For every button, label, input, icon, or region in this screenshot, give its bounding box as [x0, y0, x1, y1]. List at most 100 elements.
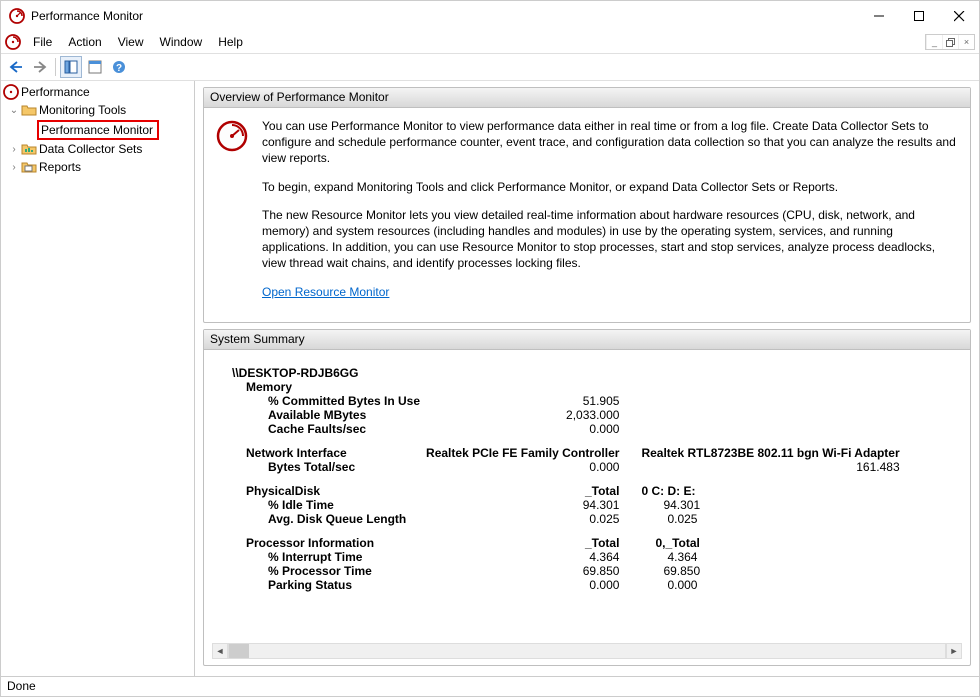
- overview-text-1: You can use Performance Monitor to view …: [262, 118, 958, 167]
- navigation-tree[interactable]: Performance ⌄ Monitoring Tools Performan…: [1, 81, 195, 676]
- metric-value: 0.000: [426, 422, 625, 436]
- metric-label: Cache Faults/sec: [232, 422, 426, 436]
- tree-label: Performance Monitor: [41, 123, 157, 137]
- tree-node-performance[interactable]: Performance: [3, 83, 192, 101]
- toolbar-separator: [55, 58, 56, 76]
- overview-text-2: To begin, expand Monitoring Tools and cl…: [262, 179, 958, 195]
- system-summary-header: System Summary: [204, 330, 970, 350]
- metric-value: 0.025: [625, 512, 905, 526]
- forward-button[interactable]: [29, 56, 51, 78]
- expand-icon[interactable]: ›: [7, 144, 21, 155]
- status-bar: Done: [1, 676, 979, 696]
- summary-table: \\DESKTOP-RDJB6GG Memory % Committed Byt…: [232, 366, 970, 592]
- menu-view[interactable]: View: [110, 33, 152, 51]
- scroll-left-button[interactable]: ◄: [212, 643, 228, 659]
- menubar: File Action View Window Help _ ×: [1, 31, 979, 53]
- svg-text:?: ?: [116, 63, 122, 74]
- overview-text-3: The new Resource Monitor lets you view d…: [262, 207, 958, 272]
- metric-label: % Idle Time: [232, 498, 426, 512]
- metric-value: 0.000: [426, 460, 625, 474]
- tree-node-monitoring-tools[interactable]: ⌄ Monitoring Tools: [3, 101, 192, 119]
- net-label: Network Interface: [232, 446, 426, 460]
- metric-value: 94.301: [426, 498, 625, 512]
- metric-value: 4.364: [426, 550, 625, 564]
- metric-value: 0.000: [906, 550, 970, 564]
- folder-icon: [21, 102, 37, 118]
- metric-value: 4.364: [625, 550, 905, 564]
- metric-label: Bytes Total/sec: [232, 460, 426, 474]
- horizontal-scrollbar[interactable]: ◄ ►: [212, 643, 962, 659]
- metric-value: 69.850: [625, 564, 905, 578]
- tree-label: Performance: [21, 85, 90, 99]
- tree-label: Reports: [39, 160, 81, 174]
- metric-label: % Processor Time: [232, 564, 426, 578]
- mdi-minimize-button[interactable]: _: [926, 35, 942, 49]
- mdi-controls: _ ×: [925, 34, 975, 50]
- net-col1: Realtek PCIe FE Family Controller: [426, 446, 625, 460]
- app-icon: [9, 8, 25, 24]
- metric-label: Parking Status: [232, 578, 426, 592]
- content-area: Performance ⌄ Monitoring Tools Performan…: [1, 81, 979, 676]
- menu-window[interactable]: Window: [152, 33, 211, 51]
- show-hide-tree-button[interactable]: [60, 56, 82, 78]
- scroll-right-button[interactable]: ►: [946, 643, 962, 659]
- back-button[interactable]: [5, 56, 27, 78]
- net-col2: Realtek RTL8723BE 802.11 bgn Wi-Fi Adapt…: [625, 446, 905, 460]
- metric-value: 68.263: [906, 564, 970, 578]
- tree-label: Data Collector Sets: [39, 142, 142, 156]
- folder-icon: [21, 141, 37, 157]
- disk-col1: _Total: [426, 484, 625, 498]
- overview-icon: [216, 120, 248, 152]
- metric-value: 0.025: [426, 512, 625, 526]
- main-panel: Overview of Performance Monitor You can …: [195, 81, 979, 676]
- overview-header: Overview of Performance Monitor: [204, 88, 970, 108]
- metric-value: 0.000: [906, 578, 970, 592]
- titlebar: Performance Monitor: [1, 1, 979, 31]
- mdi-restore-button[interactable]: [942, 35, 958, 49]
- tree-label: Monitoring Tools: [39, 103, 126, 117]
- metric-label: % Committed Bytes In Use: [232, 394, 426, 408]
- system-summary-body: \\DESKTOP-RDJB6GG Memory % Committed Byt…: [204, 350, 970, 639]
- window-title: Performance Monitor: [31, 9, 859, 23]
- disk-label: PhysicalDisk: [232, 484, 426, 498]
- mdi-close-button[interactable]: ×: [958, 35, 974, 49]
- metric-label: Available MBytes: [232, 408, 426, 422]
- scroll-thumb[interactable]: [229, 644, 249, 658]
- menu-help[interactable]: Help: [210, 33, 251, 51]
- toolbar: ?: [1, 53, 979, 81]
- metric-value: 0.000: [625, 578, 905, 592]
- memory-label: Memory: [232, 380, 970, 394]
- help-button[interactable]: ?: [108, 56, 130, 78]
- menu-action[interactable]: Action: [60, 33, 109, 51]
- properties-button[interactable]: [84, 56, 106, 78]
- tree-node-performance-monitor[interactable]: Performance Monitor: [37, 120, 159, 140]
- proc-col1: _Total: [426, 536, 625, 550]
- metric-value: 51.905: [426, 394, 625, 408]
- host-name: \\DESKTOP-RDJB6GG: [232, 366, 970, 380]
- metric-value: 69.850: [426, 564, 625, 578]
- perfmon-root-icon: [3, 84, 19, 100]
- metric-value: 2,033.000: [426, 408, 625, 422]
- reports-icon: [21, 159, 37, 175]
- expand-icon[interactable]: ›: [7, 162, 21, 173]
- metric-value: 94.301: [625, 498, 905, 512]
- metric-value: 161.483: [625, 460, 905, 474]
- system-summary-panel: System Summary \\DESKTOP-RDJB6GG Memory …: [203, 329, 971, 666]
- open-resource-monitor-link[interactable]: Open Resource Monitor: [262, 285, 389, 299]
- tree-node-reports[interactable]: › Reports: [3, 158, 192, 176]
- overview-panel: Overview of Performance Monitor You can …: [203, 87, 971, 323]
- maximize-button[interactable]: [899, 2, 939, 30]
- metric-label: % Interrupt Time: [232, 550, 426, 564]
- tree-node-data-collector-sets[interactable]: › Data Collector Sets: [3, 140, 192, 158]
- proc-col2: 0,_Total: [625, 536, 905, 550]
- status-text: Done: [7, 679, 36, 693]
- proc-col3: 0,0: [906, 536, 970, 550]
- expand-icon[interactable]: ⌄: [7, 105, 21, 116]
- minimize-button[interactable]: [859, 2, 899, 30]
- metric-value: 0.000: [426, 578, 625, 592]
- close-button[interactable]: [939, 2, 979, 30]
- scroll-track[interactable]: [228, 643, 946, 659]
- disk-col2: 0 C: D: E:: [625, 484, 905, 498]
- menu-file[interactable]: File: [25, 33, 60, 51]
- proc-label: Processor Information: [232, 536, 426, 550]
